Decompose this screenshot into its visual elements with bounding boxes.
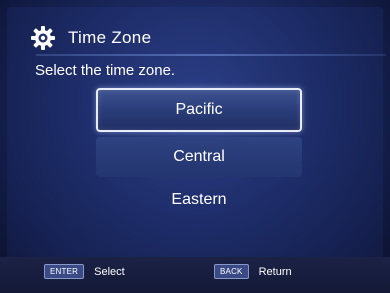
header-divider bbox=[36, 54, 386, 56]
enter-key-label: Select bbox=[94, 265, 125, 278]
tv-screen: Time Zone Select the time zone. Pacific … bbox=[0, 0, 390, 293]
footer-enter-hint: ENTER Select bbox=[44, 264, 125, 279]
footer-bar: ENTER Select BACK Return bbox=[0, 257, 390, 293]
dialog-header: Time Zone bbox=[30, 24, 151, 52]
page-title: Time Zone bbox=[68, 28, 152, 47]
option-label: Pacific bbox=[175, 101, 223, 118]
gear-icon bbox=[30, 25, 56, 51]
option-label: Eastern bbox=[171, 191, 227, 208]
footer-back-hint: BACK Return bbox=[214, 264, 292, 279]
option-label: Central bbox=[173, 148, 225, 165]
back-key-label: Return bbox=[258, 265, 292, 278]
back-key-badge: BACK bbox=[214, 264, 249, 279]
instruction-text: Select the time zone. bbox=[35, 62, 176, 79]
option-eastern[interactable]: Eastern bbox=[96, 180, 302, 220]
option-pacific[interactable]: Pacific bbox=[96, 88, 302, 132]
option-central[interactable]: Central bbox=[96, 137, 302, 177]
enter-key-badge: ENTER bbox=[44, 264, 85, 279]
